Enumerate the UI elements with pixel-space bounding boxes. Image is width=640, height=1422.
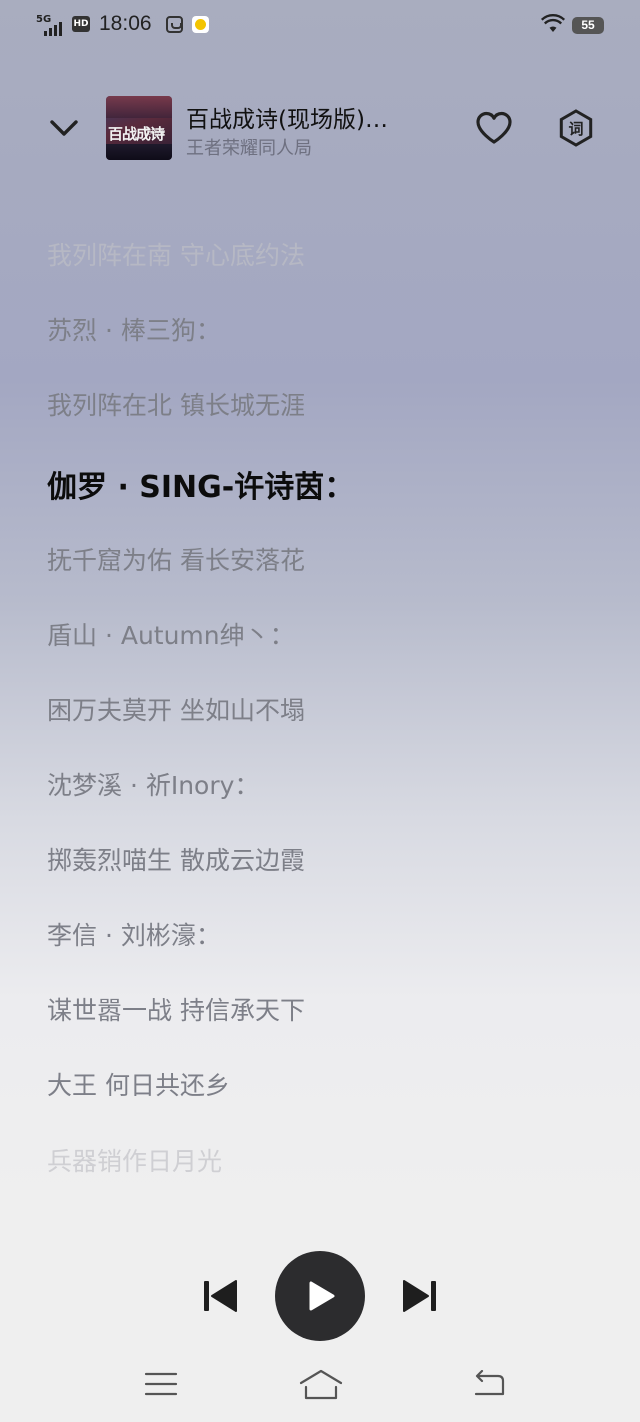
lyric-line[interactable]: 苏烈 · 棒三狗： xyxy=(47,311,221,347)
system-navigation-bar xyxy=(0,1360,640,1410)
skip-next-icon[interactable] xyxy=(402,1279,438,1313)
lyrics-toggle-button[interactable]: 词 xyxy=(556,108,596,148)
clock: 18:06 xyxy=(99,12,152,35)
lyric-line[interactable]: 我列阵在南 守心底约法 xyxy=(47,236,305,272)
player-header: 百战成诗 现场版 百战成诗(现场版)… 王者荣耀同人局 词 xyxy=(0,88,640,168)
wifi-icon xyxy=(541,14,565,32)
lyric-line[interactable]: 困万夫莫开 坐如山不塌 xyxy=(47,691,305,727)
lyric-line[interactable]: 李信 · 刘彬濠： xyxy=(47,916,221,952)
lyric-line[interactable]: 大王 何日共还乡 xyxy=(47,1066,230,1102)
lyric-line[interactable]: 盾山 · Autumn绅丶： xyxy=(47,616,295,652)
lyric-line[interactable]: 我列阵在北 镇长城无涯 xyxy=(47,386,305,422)
lyric-line[interactable]: 沈梦溪 · 祈Inory： xyxy=(47,766,259,802)
battery-indicator: 55 xyxy=(572,17,604,34)
heart-outline-icon[interactable] xyxy=(474,110,514,146)
skip-previous-icon[interactable] xyxy=(202,1279,238,1313)
home-icon[interactable] xyxy=(298,1368,344,1402)
notification-app-icon xyxy=(166,16,183,33)
lyric-line[interactable]: 抚千窟为佑 看长安落花 xyxy=(47,541,305,577)
cellular-signal-icon: 5G xyxy=(36,14,66,36)
hd-badge: HD xyxy=(72,16,90,32)
playback-controls xyxy=(0,1250,640,1342)
status-bar: 5G HD 18:06 55 xyxy=(0,0,640,52)
notification-emoji-icon xyxy=(192,16,209,33)
song-title[interactable]: 百战成诗(现场版)… xyxy=(186,100,426,134)
cover-subtitle: 现场版 xyxy=(144,128,165,136)
lyric-line[interactable]: 掷轰烈喵生 散成云边霞 xyxy=(47,841,305,877)
artist-name[interactable]: 王者荣耀同人局 xyxy=(186,134,312,160)
lyric-line[interactable]: 谋世嚣一战 持信承天下 xyxy=(47,991,305,1027)
lyric-line[interactable]: 兵器销作日月光 xyxy=(47,1142,222,1178)
menu-icon[interactable] xyxy=(144,1370,178,1398)
lyrics-button-label: 词 xyxy=(568,120,584,138)
play-icon xyxy=(309,1281,335,1311)
lyric-line-current[interactable]: 伽罗 · SING-许诗茵： xyxy=(47,462,354,506)
back-icon[interactable] xyxy=(470,1370,506,1398)
play-button[interactable] xyxy=(275,1251,365,1341)
album-cover[interactable]: 百战成诗 现场版 xyxy=(106,96,172,160)
chevron-down-icon[interactable] xyxy=(44,112,84,144)
